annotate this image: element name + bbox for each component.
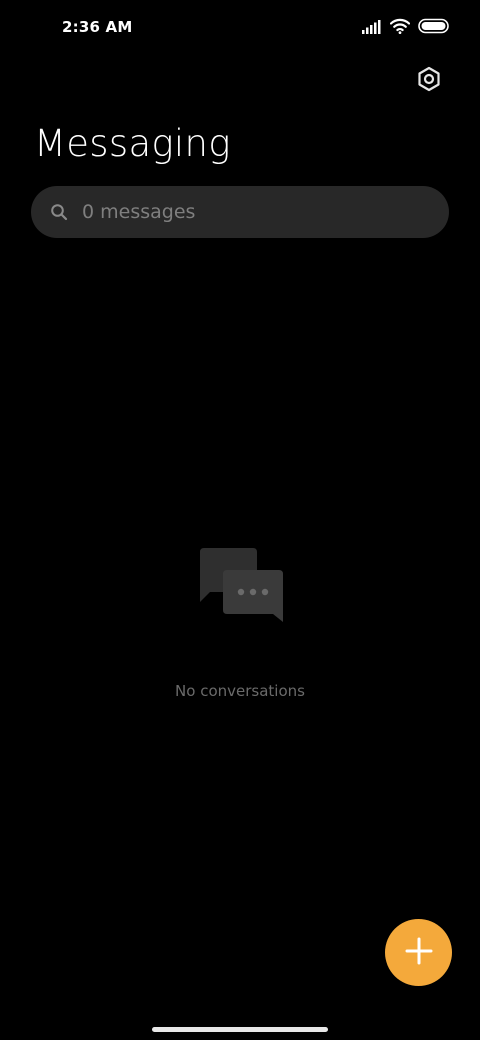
battery-icon: [418, 18, 450, 38]
home-indicator[interactable]: [152, 1027, 328, 1032]
search-input[interactable]: [82, 201, 412, 223]
signal-icon: [362, 19, 382, 38]
status-bar: 2:36 AM: [0, 0, 480, 56]
plus-icon: [404, 936, 434, 970]
status-time: 2:36 AM: [62, 18, 133, 36]
gear-icon: [416, 66, 442, 96]
empty-state-text: No conversations: [175, 682, 305, 700]
settings-button[interactable]: [412, 64, 446, 98]
page-title: Messaging: [34, 122, 231, 165]
search-bar[interactable]: [31, 186, 449, 238]
chat-bubbles-icon: [194, 546, 286, 626]
search-icon: [49, 202, 69, 222]
messaging-screen: 2:36 AM Messaging 0 messages No conversa…: [0, 0, 480, 1040]
wifi-icon: [389, 18, 411, 38]
new-conversation-button[interactable]: [385, 919, 452, 986]
status-icons: [362, 18, 450, 38]
